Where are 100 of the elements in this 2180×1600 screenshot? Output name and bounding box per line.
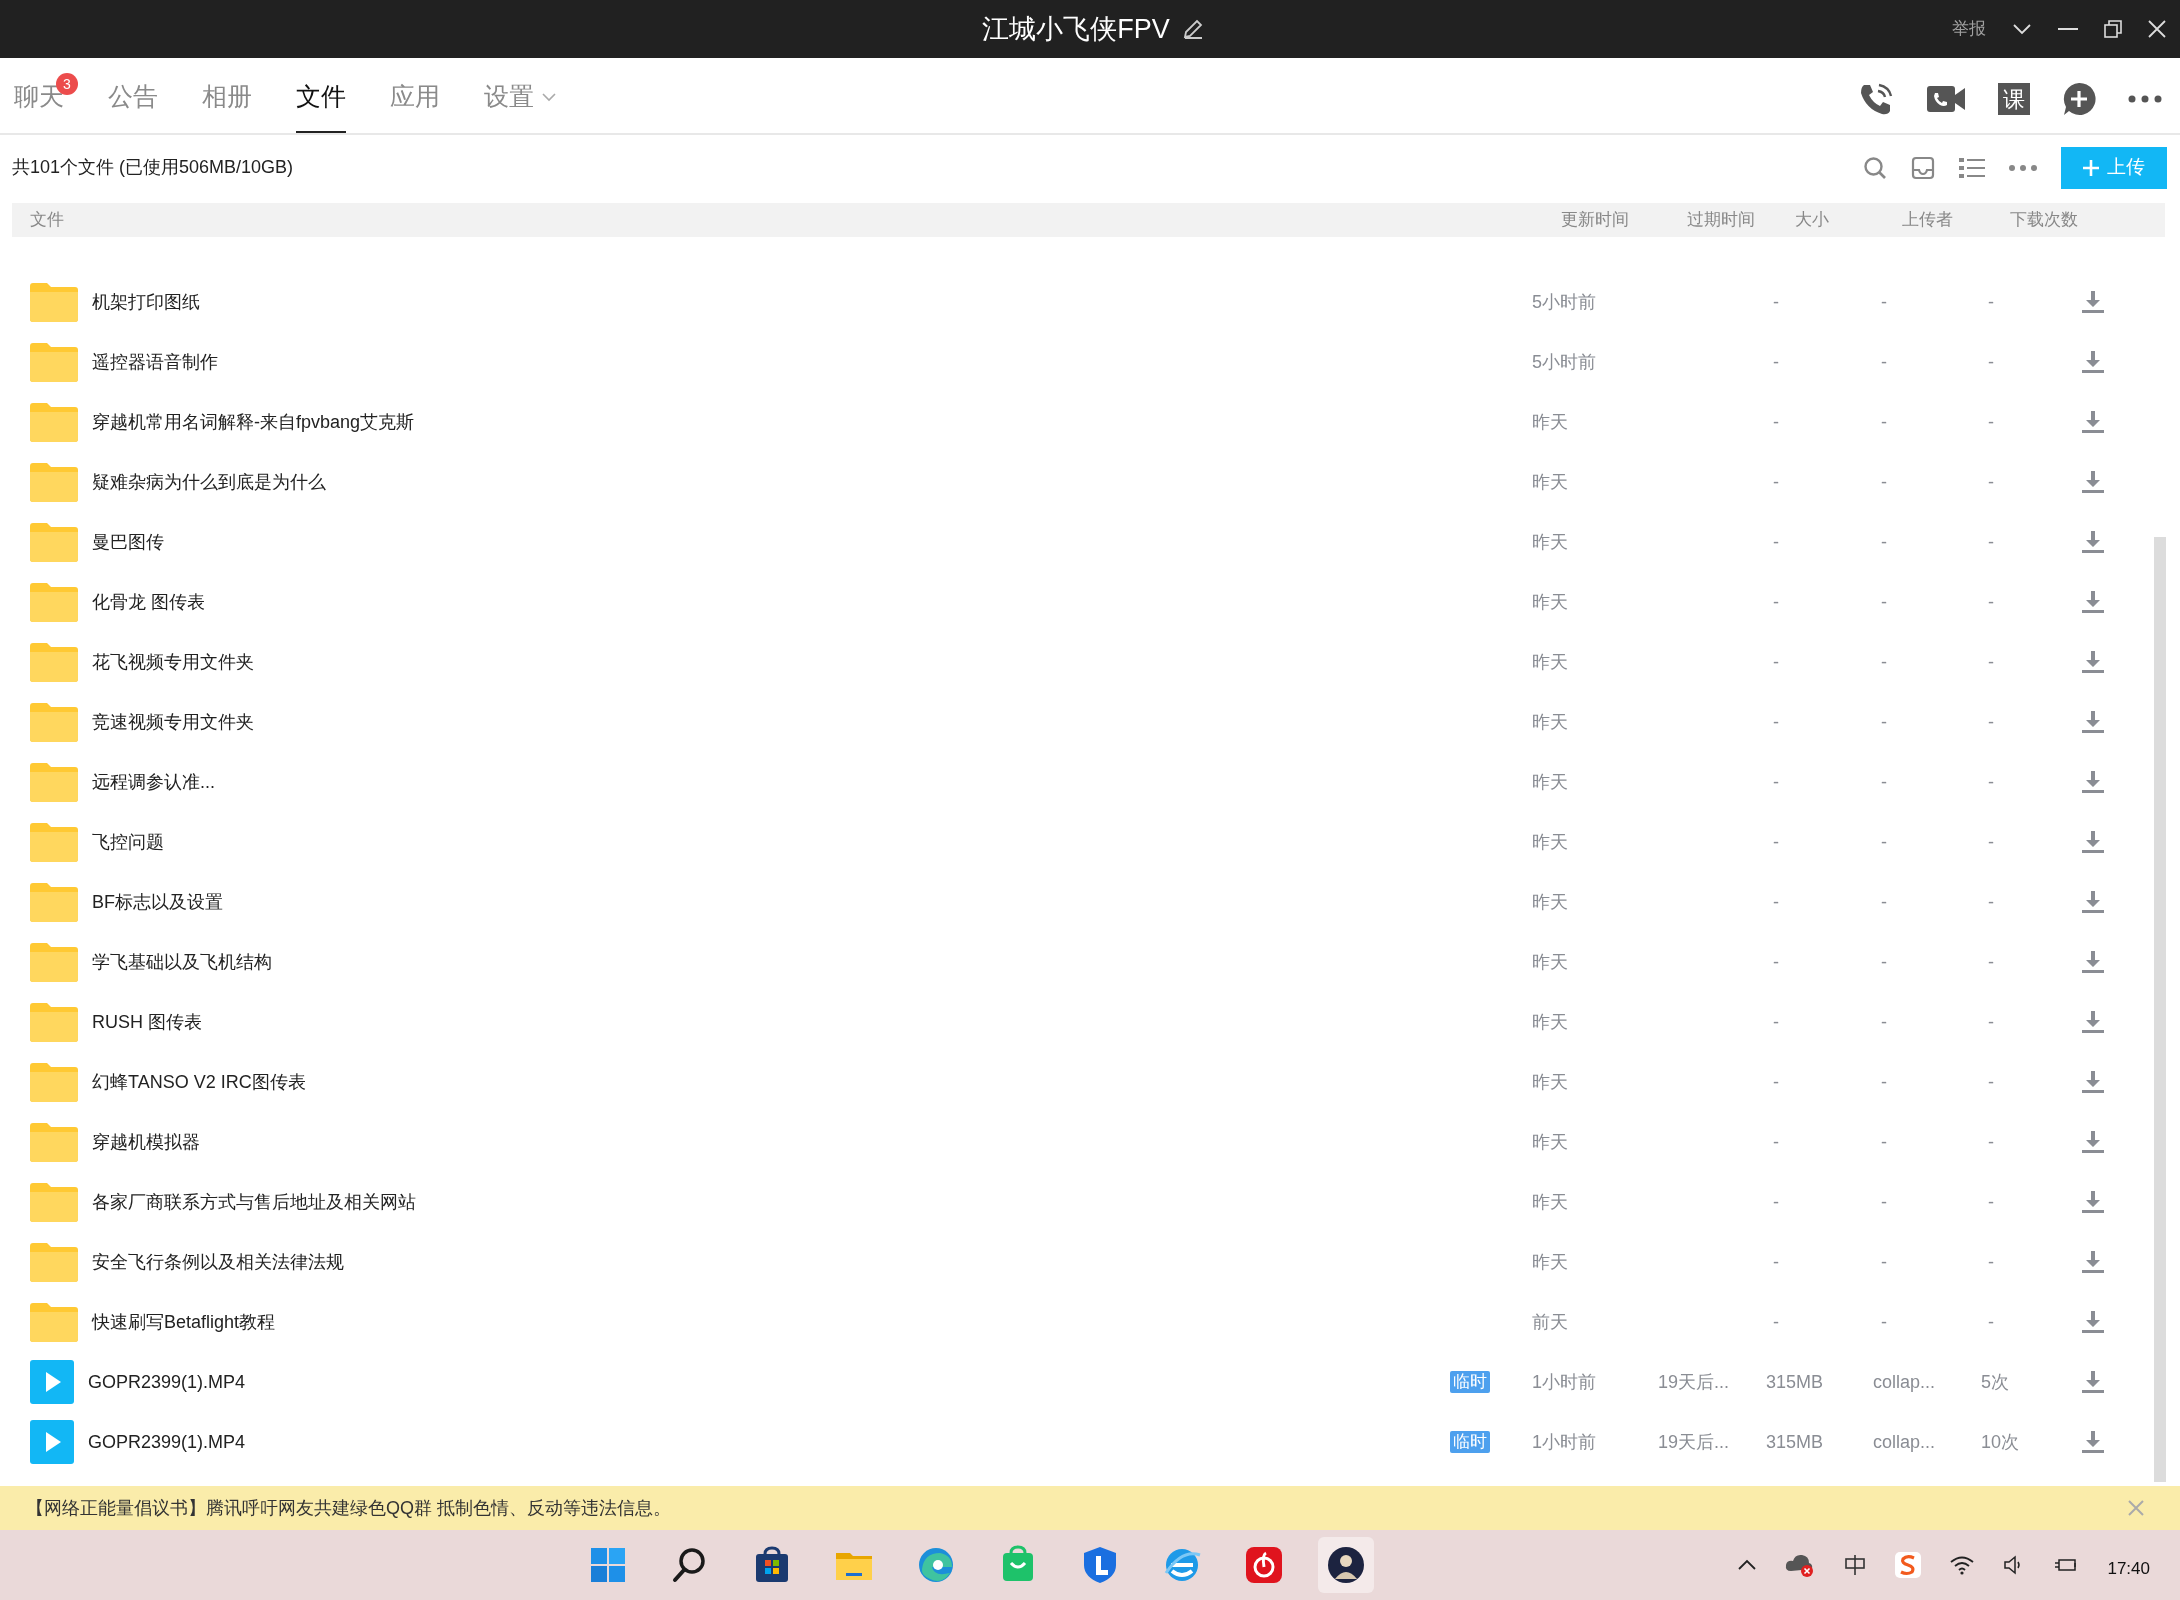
- folder-icon: [30, 522, 78, 562]
- file-row[interactable]: 竞速视频专用文件夹 昨天 - - -: [12, 692, 2136, 752]
- file-row[interactable]: 穿越机常用名词解释-来自fpvbang艾克斯 昨天 - - -: [12, 392, 2136, 452]
- download-icon[interactable]: [2082, 650, 2104, 674]
- file-row[interactable]: 机架打印图纸 5小时前 - - -: [12, 272, 2136, 332]
- chevron-up-icon[interactable]: [1737, 1559, 1758, 1571]
- pencil-icon[interactable]: [1181, 18, 1204, 40]
- input-method-icon[interactable]: [1843, 1553, 1868, 1577]
- download-count: -: [1988, 1131, 1994, 1152]
- scrollbar-thumb[interactable]: [2154, 537, 2166, 1482]
- more-icon[interactable]: [2009, 164, 2037, 171]
- download-icon[interactable]: [2082, 1130, 2104, 1154]
- updated-time: 昨天: [1532, 1130, 1569, 1154]
- download-icon[interactable]: [2082, 1190, 2104, 1214]
- file-row[interactable]: 遥控器语音制作 5小时前 - - -: [12, 332, 2136, 392]
- updated-time: 昨天: [1532, 410, 1569, 434]
- updated-time: 1小时前: [1532, 1430, 1597, 1454]
- sogou-icon[interactable]: [1895, 1552, 1922, 1578]
- file-row[interactable]: 幻蜂TANSO V2 IRC图传表 昨天 - - -: [12, 1052, 2136, 1112]
- download-icon[interactable]: [2082, 890, 2104, 914]
- folder-icon: [30, 882, 78, 922]
- download-count: -: [1988, 531, 1994, 552]
- download-count: -: [1988, 831, 1994, 852]
- download-count: -: [1988, 1011, 1994, 1032]
- temporary-tag: 临时: [1450, 1371, 1490, 1393]
- file-row[interactable]: 各家厂商联系方式与售后地址及相关网站 昨天 - - -: [12, 1172, 2136, 1232]
- file-size: -: [1773, 1251, 1779, 1272]
- phone-icon[interactable]: [1858, 81, 1894, 117]
- file-row[interactable]: GOPR2399(1).MP4 临时 1小时前 19天后... 315MB collap... 5次: [12, 1352, 2136, 1412]
- download-icon[interactable]: [2082, 470, 2104, 494]
- course-icon[interactable]: 课: [1998, 83, 2030, 115]
- download-icon[interactable]: [2082, 1010, 2104, 1034]
- music-app-icon[interactable]: [1244, 1545, 1284, 1585]
- download-count: -: [1988, 351, 1994, 372]
- download-icon[interactable]: [2082, 530, 2104, 554]
- download-icon[interactable]: [2082, 1250, 2104, 1274]
- file-name: 穿越机常用名词解释-来自fpvbang艾克斯: [92, 410, 415, 434]
- uploader: -: [1881, 831, 1887, 852]
- tab[interactable]: 文件: [296, 75, 346, 133]
- file-size: -: [1773, 531, 1779, 552]
- restore-icon[interactable]: [2104, 20, 2122, 38]
- uploader: -: [1881, 711, 1887, 732]
- folder-icon: [30, 1122, 78, 1162]
- download-icon[interactable]: [2082, 350, 2104, 374]
- file-row[interactable]: 疑难杂病为什么到底是为什么 昨天 - - -: [12, 452, 2136, 512]
- file-row[interactable]: GOPR2399(1).MP4 临时 1小时前 19天后... 315MB collap... 10次: [12, 1412, 2136, 1472]
- download-icon[interactable]: [2082, 770, 2104, 794]
- download-count: -: [1988, 1311, 1994, 1332]
- file-row[interactable]: 化骨龙 图传表 昨天 - - -: [12, 572, 2136, 632]
- download-icon[interactable]: [2082, 830, 2104, 854]
- file-row[interactable]: 快速刷写Betaflight教程 前天 - - -: [12, 1292, 2136, 1352]
- report-button[interactable]: 举报: [1952, 16, 1986, 42]
- download-icon[interactable]: [2082, 950, 2104, 974]
- avatar-app-icon[interactable]: [1326, 1545, 1366, 1585]
- download-icon[interactable]: [2082, 1070, 2104, 1094]
- file-size: -: [1773, 471, 1779, 492]
- file-row[interactable]: 花飞视频专用文件夹 昨天 - - -: [12, 632, 2136, 692]
- notice-text: 【网络正能量倡议书】腾讯呼吁网友共建绿色QQ群 抵制色情、反动等违法信息。: [26, 1496, 671, 1520]
- file-row[interactable]: 学飞基础以及飞机结构 昨天 - - -: [12, 932, 2136, 992]
- folder-icon: [30, 702, 78, 742]
- browser-icon[interactable]: [916, 1545, 956, 1585]
- download-count: -: [1988, 1251, 1994, 1272]
- file-row[interactable]: 穿越机模拟器 昨天 - - -: [12, 1112, 2136, 1172]
- download-icon[interactable]: [2082, 1430, 2104, 1454]
- inbox-icon[interactable]: [1911, 155, 1935, 180]
- uploader: -: [1881, 951, 1887, 972]
- download-icon[interactable]: [2082, 1370, 2104, 1394]
- file-size: 315MB: [1766, 1431, 1824, 1452]
- folder-icon: [30, 402, 78, 442]
- more-icon[interactable]: [2128, 95, 2162, 103]
- download-icon[interactable]: [2082, 1310, 2104, 1334]
- clock[interactable]: 17:40: [2107, 1556, 2150, 1582]
- download-icon[interactable]: [2082, 290, 2104, 314]
- file-row[interactable]: RUSH 图传表 昨天 - - -: [12, 992, 2136, 1052]
- uploader: -: [1881, 411, 1887, 432]
- download-count: -: [1988, 591, 1994, 612]
- file-row[interactable]: 曼巴图传 昨天 - - -: [12, 512, 2136, 572]
- file-name: BF标志以及设置: [92, 890, 223, 914]
- file-name: GOPR2399(1).MP4: [88, 1430, 246, 1454]
- uploader: -: [1881, 1251, 1887, 1272]
- uploader: -: [1881, 651, 1887, 672]
- folder-icon: [30, 342, 78, 382]
- download-icon[interactable]: [2082, 710, 2104, 734]
- chevron-down-icon[interactable]: [2012, 23, 2032, 35]
- file-size: -: [1773, 351, 1779, 372]
- file-row[interactable]: 远程调参认准... 昨天 - - -: [12, 752, 2136, 812]
- file-row[interactable]: BF标志以及设置 昨天 - - -: [12, 872, 2136, 932]
- uploader: -: [1881, 1311, 1887, 1332]
- cloud-error-icon[interactable]: [1785, 1553, 1816, 1577]
- file-name: RUSH 图传表: [92, 1010, 202, 1034]
- file-row[interactable]: 飞控问题 昨天 - - -: [12, 812, 2136, 872]
- list-view-icon[interactable]: [1959, 156, 1985, 179]
- download-icon[interactable]: [2082, 410, 2104, 434]
- video-file-icon: [30, 1420, 74, 1464]
- file-row[interactable]: 安全飞行条例以及相关法律法规 昨天 - - -: [12, 1232, 2136, 1292]
- wifi-icon[interactable]: [1949, 1555, 1976, 1575]
- video-call-icon[interactable]: [1926, 84, 1966, 114]
- add-chat-icon[interactable]: [2062, 82, 2096, 116]
- windows-start-icon[interactable]: [588, 1545, 628, 1585]
- download-icon[interactable]: [2082, 590, 2104, 614]
